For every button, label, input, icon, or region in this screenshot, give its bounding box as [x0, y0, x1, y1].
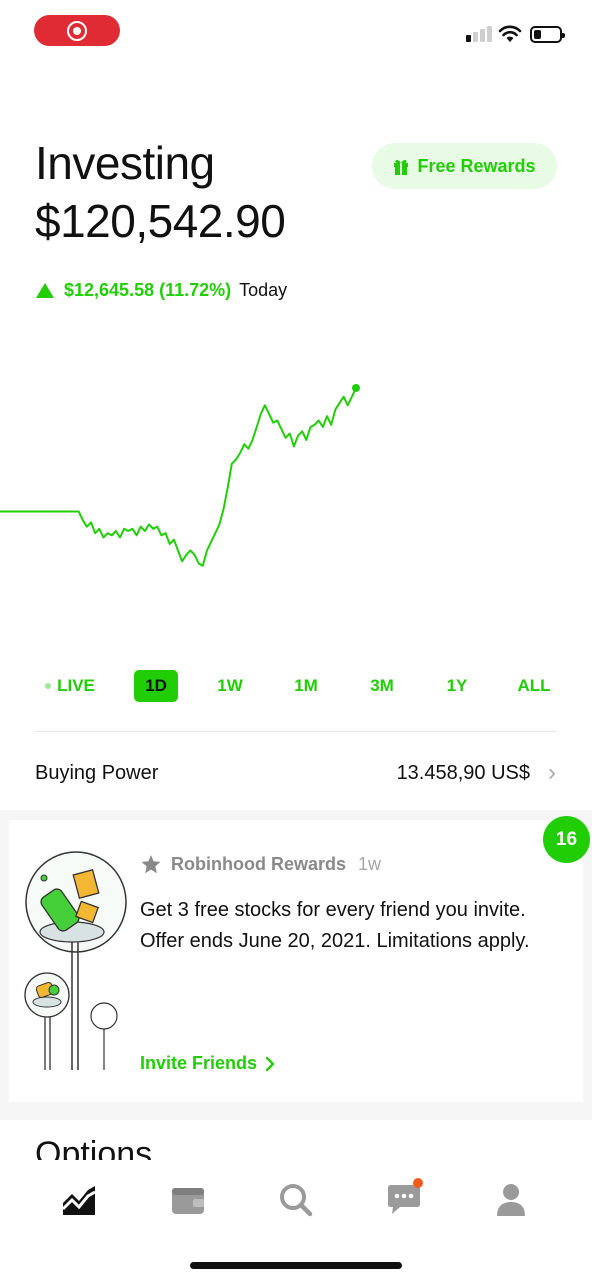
record-icon — [67, 20, 87, 41]
card-source: Robinhood Rewards — [171, 854, 346, 874]
free-rewards-label: Free Rewards — [417, 155, 536, 176]
messages-icon — [388, 1185, 420, 1214]
wifi-icon — [498, 25, 522, 42]
card-count-badge[interactable]: 16 — [543, 816, 590, 863]
cellular-signal-icon — [466, 26, 492, 42]
gift-icon — [394, 159, 409, 175]
card-header: Robinhood Rewards 1w — [141, 854, 381, 875]
free-rewards-button[interactable]: Free Rewards — [372, 143, 557, 189]
options-title: Options — [35, 1135, 153, 1160]
tab-3m[interactable]: 3M — [362, 670, 402, 702]
nav-account[interactable] — [491, 1180, 531, 1220]
chart-icon — [62, 1186, 96, 1215]
nav-search[interactable] — [276, 1180, 316, 1220]
chevron-right-icon — [265, 1056, 275, 1071]
chevron-right-icon: › — [548, 759, 556, 786]
live-dot-icon — [45, 683, 52, 689]
page-title: Investing — [35, 137, 215, 189]
stocks-bubble-illustration — [24, 851, 127, 1070]
tab-1w[interactable]: 1W — [210, 670, 250, 702]
search-icon — [280, 1184, 313, 1217]
wallet-icon — [172, 1188, 204, 1214]
battery-level — [534, 30, 542, 39]
tab-1d[interactable]: 1D — [134, 670, 178, 702]
star-icon — [141, 855, 161, 874]
battery-icon — [530, 26, 565, 43]
home-indicator[interactable] — [190, 1262, 402, 1269]
nav-wallet[interactable] — [168, 1180, 208, 1220]
status-bar — [0, 0, 592, 60]
tab-live-label: LIVE — [57, 676, 95, 695]
invite-friends-link[interactable]: Invite Friends — [140, 1053, 275, 1074]
range-tabs: LIVE 1D 1W 1M 3M 1Y ALL — [36, 670, 556, 702]
chart-current-point — [352, 384, 360, 392]
tab-live[interactable]: LIVE — [40, 670, 100, 702]
nav-investing[interactable] — [59, 1180, 99, 1220]
divider — [35, 731, 556, 732]
buying-power-row[interactable]: Buying Power 13.458,90 US$ › — [35, 756, 556, 790]
buying-power-value: 13.458,90 US$ — [396, 761, 530, 784]
portfolio-chart[interactable] — [0, 330, 592, 650]
notification-dot — [413, 1178, 423, 1188]
card-body: Get 3 free stocks for every friend you i… — [140, 899, 530, 952]
tab-1m[interactable]: 1M — [286, 670, 326, 702]
options-section: Options — [35, 1120, 335, 1160]
nav-messages[interactable] — [384, 1178, 424, 1220]
daily-change: $12,645.58 (11.72%) Today — [36, 280, 287, 301]
account-icon — [497, 1184, 525, 1216]
portfolio-balance: $120,542.90 — [35, 195, 286, 247]
chart-line — [0, 387, 357, 567]
screen-recording-indicator[interactable] — [34, 15, 120, 46]
change-period: Today — [239, 280, 288, 300]
card-age: 1w — [358, 854, 382, 874]
up-arrow-icon — [36, 283, 54, 298]
change-value: $12,645.58 (11.72%) — [64, 280, 232, 300]
buying-power-label: Buying Power — [35, 761, 159, 784]
tab-all[interactable]: ALL — [512, 670, 556, 702]
tab-1y[interactable]: 1Y — [437, 670, 477, 702]
invite-friends-label: Invite Friends — [140, 1053, 258, 1073]
